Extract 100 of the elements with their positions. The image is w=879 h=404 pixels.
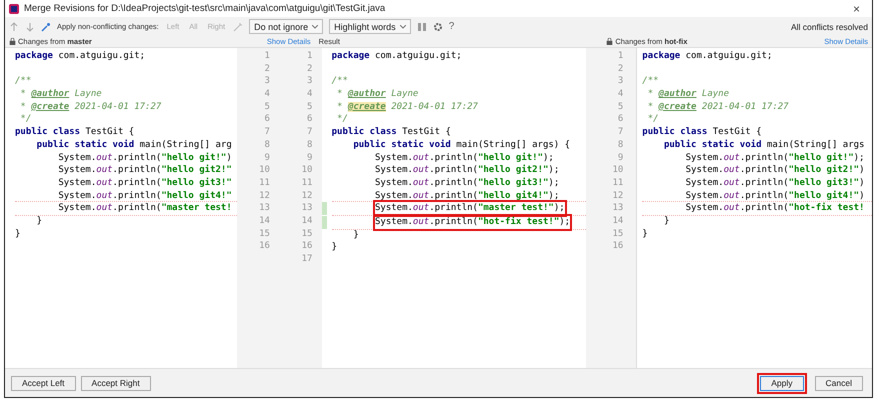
line-number: 8 xyxy=(306,138,312,152)
code-line: /** xyxy=(330,75,349,88)
line-number: 12 xyxy=(259,190,270,202)
code-line: System.out.println("hello git2!"); xyxy=(374,164,560,178)
line-number: 15 xyxy=(259,228,270,240)
code-line: public static void main(String[] args xyxy=(662,138,866,152)
columns-icon[interactable] xyxy=(416,22,427,32)
line-number: 15 xyxy=(612,228,624,240)
highlight-select[interactable]: Highlight words xyxy=(329,19,411,34)
code-line: * @create 2021-04-01 17:27 xyxy=(19,100,162,114)
line-number: 1 xyxy=(618,50,624,63)
line-number: 7 xyxy=(264,126,270,139)
wand-icon xyxy=(233,22,244,32)
caret-icon xyxy=(312,24,318,28)
code-line: System.out.println("hello git4!" xyxy=(57,190,233,203)
line-number: 6 xyxy=(264,113,270,126)
line-number: 3 xyxy=(264,75,270,88)
magic-icon xyxy=(41,22,51,32)
lock-icon xyxy=(606,38,614,45)
code-line: * @author Layne xyxy=(336,88,420,102)
line-number: 6 xyxy=(306,113,312,126)
status-text: All conflicts resolved xyxy=(790,22,868,32)
code-line: System.out.println("hot-fix test! xyxy=(684,202,866,216)
code-line: System.out.println("hello git!"); xyxy=(374,152,555,164)
code-line: */ xyxy=(336,113,349,126)
ignore-select[interactable]: Do not ignore xyxy=(249,19,324,34)
line-number: 2 xyxy=(306,62,312,76)
down-arrow-icon xyxy=(25,22,35,32)
line-number: 10 xyxy=(612,164,624,177)
line-number: 5 xyxy=(306,100,312,114)
line-number: 7 xyxy=(618,126,624,139)
code-line: System.out.println("hello git3!" xyxy=(57,176,233,190)
code-line: System.out.println("hello git2!") xyxy=(684,164,866,178)
line-number: 12 xyxy=(302,190,312,202)
line-number: 11 xyxy=(302,176,312,190)
help-button[interactable]: ? xyxy=(448,21,454,32)
line-number: 10 xyxy=(259,164,270,177)
code-line: } xyxy=(330,241,338,254)
code-line: */ xyxy=(19,113,32,126)
line-number: 12 xyxy=(612,190,624,202)
code-line: } xyxy=(36,214,44,228)
code-line: public static void main(String[] args) { xyxy=(352,138,572,152)
line-number: 8 xyxy=(618,138,624,152)
line-number: 1 xyxy=(264,50,270,63)
code-line: * @author Layne xyxy=(646,88,730,102)
line-number: 16 xyxy=(612,240,624,253)
line-number: 14 xyxy=(259,214,270,228)
dialog-button[interactable]: Cancel xyxy=(814,376,863,390)
line-number: 16 xyxy=(259,240,270,253)
line-number: 5 xyxy=(264,100,270,114)
code-line: package com.atguigu.git; xyxy=(641,50,774,63)
lock-icon xyxy=(9,38,16,45)
code-line: System.out.println("hello git!") xyxy=(57,152,233,164)
line-number: 9 xyxy=(618,152,624,164)
dialog-button[interactable]: Apply xyxy=(760,376,804,390)
line-number: 6 xyxy=(618,113,624,126)
accept-button[interactable]: Accept Right xyxy=(80,376,151,390)
line-number: 1 xyxy=(306,50,312,63)
line-number: 2 xyxy=(618,62,624,76)
code-line: public static void main(String[] arg xyxy=(36,138,233,152)
close-button[interactable]: × xyxy=(844,2,868,16)
caret-icon xyxy=(400,24,406,28)
line-number: 16 xyxy=(302,240,312,253)
line-number: 11 xyxy=(612,176,624,190)
line-number: 2 xyxy=(264,62,270,76)
code-line: * @author Layne xyxy=(19,88,103,102)
line-number: 10 xyxy=(302,164,312,177)
code-line: System.out.println("hello git4!") xyxy=(684,190,866,202)
up-arrow-icon xyxy=(9,22,19,32)
code-line: /** xyxy=(14,75,32,88)
line-number: 3 xyxy=(306,75,312,88)
line-number: 9 xyxy=(264,152,270,164)
line-number: 14 xyxy=(612,214,624,228)
code-line: * @create 2021-04-01 17:27 xyxy=(646,100,790,114)
accept-button[interactable]: Accept Left xyxy=(11,376,76,390)
line-number: 9 xyxy=(306,152,312,164)
code-line: package com.atguigu.git; xyxy=(330,50,463,63)
line-number: 17 xyxy=(302,253,312,266)
line-number: 13 xyxy=(302,202,312,215)
code-line: package com.atguigu.git; xyxy=(14,50,146,63)
app-icon xyxy=(9,4,19,14)
code-line: } xyxy=(14,228,22,241)
line-number: 4 xyxy=(618,88,624,101)
code-line: */ xyxy=(646,113,660,126)
line-number: 14 xyxy=(302,214,312,228)
code-line: } xyxy=(352,228,360,242)
line-number: 13 xyxy=(612,202,624,215)
code-line: System.out.println("hello git2!" xyxy=(57,164,233,178)
line-number: 3 xyxy=(618,75,624,88)
window-title: Merge Revisions for D:\IdeaProjects\git-test\src\main\java\com\atguigu\git\TestGit.java xyxy=(24,3,386,14)
line-number: 4 xyxy=(264,88,270,101)
code-line: } xyxy=(641,228,649,241)
line-number: 11 xyxy=(259,176,270,190)
code-line: /** xyxy=(641,75,660,88)
code-line: } xyxy=(662,214,670,228)
line-number: 4 xyxy=(306,88,312,101)
code-line: System.out.println("hello git3!"); xyxy=(374,176,560,190)
line-number: 15 xyxy=(302,228,312,240)
code-line: System.out.println("hello git4!"); xyxy=(374,190,560,203)
settings-icon[interactable] xyxy=(432,22,443,32)
